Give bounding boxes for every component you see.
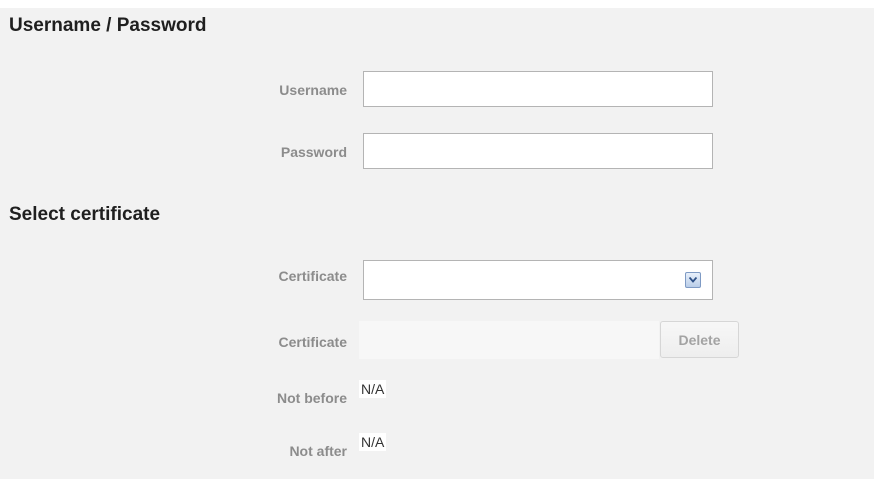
current-certificate-label: Certificate bbox=[278, 334, 347, 350]
password-label: Password bbox=[280, 144, 347, 160]
not-before-value: N/A bbox=[359, 380, 387, 398]
section-title-credentials: Username / Password bbox=[9, 15, 207, 36]
not-after-label: Not after bbox=[289, 443, 347, 459]
not-after-value: N/A bbox=[359, 433, 387, 451]
chevron-down-icon[interactable] bbox=[685, 272, 701, 288]
not-before-label: Not before bbox=[277, 390, 347, 406]
username-label: Username bbox=[279, 82, 347, 98]
certificate-select[interactable] bbox=[363, 260, 713, 300]
username-input[interactable] bbox=[363, 71, 713, 107]
password-input[interactable] bbox=[363, 133, 713, 169]
delete-button[interactable]: Delete bbox=[660, 321, 739, 358]
certificate-select-label: Certificate bbox=[278, 268, 347, 284]
current-certificate-value bbox=[359, 321, 659, 359]
section-title-certificate: Select certificate bbox=[9, 204, 161, 225]
